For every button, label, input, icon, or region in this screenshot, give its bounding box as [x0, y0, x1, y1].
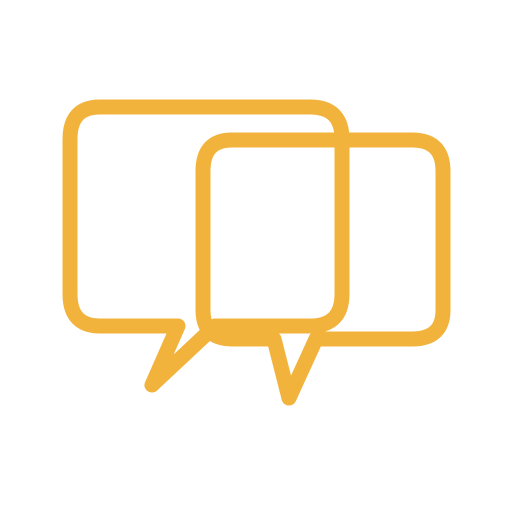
right-speech-bubble-icon [195, 132, 451, 406]
chat-bubbles-icon [62, 99, 451, 406]
icon-canvas [0, 0, 512, 512]
